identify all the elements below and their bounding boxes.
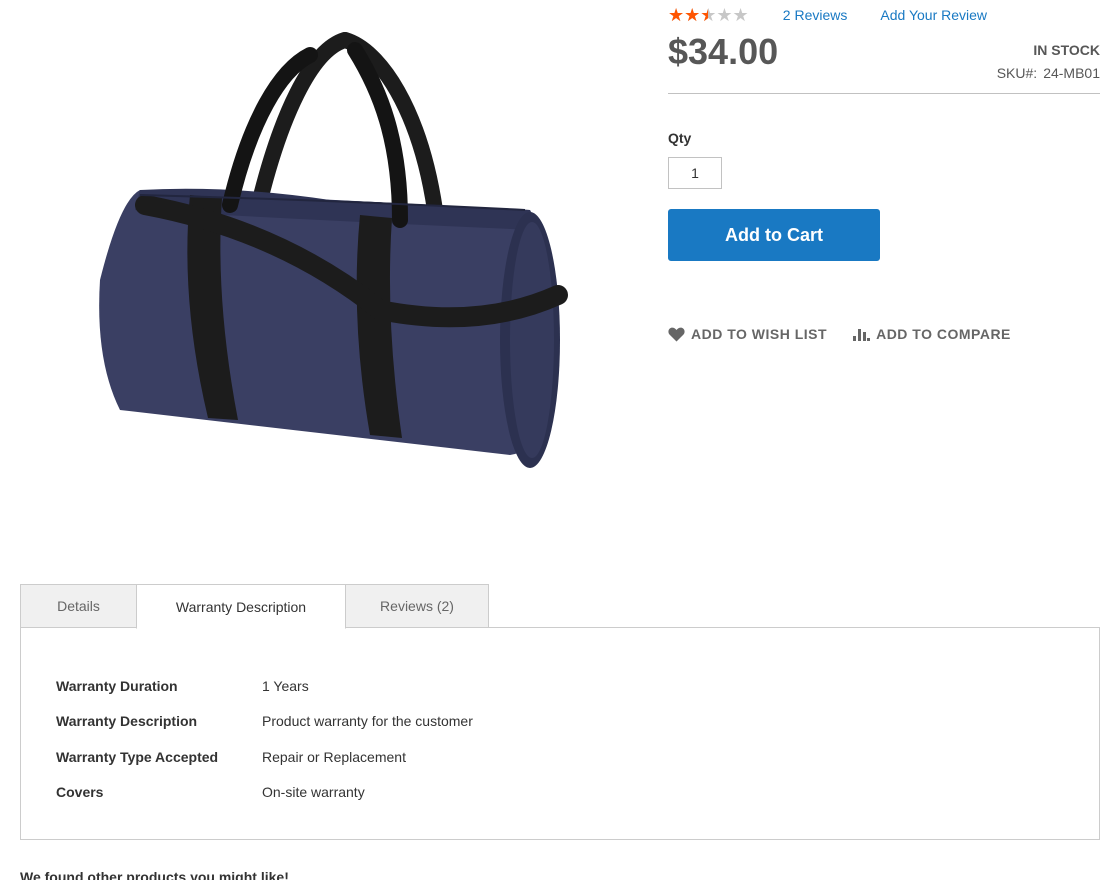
warranty-type-label: Warranty Type Accepted xyxy=(56,748,219,765)
tab-details[interactable]: Details xyxy=(20,584,137,628)
warranty-description-value: Product warranty for the customer xyxy=(262,713,473,730)
warranty-duration-value: 1 Years xyxy=(262,677,309,694)
qty-input[interactable] xyxy=(668,157,722,189)
heart-icon xyxy=(668,327,685,341)
covers-label: Covers xyxy=(56,784,104,801)
warranty-duration-label: Warranty Duration xyxy=(56,677,178,694)
qty-label: Qty xyxy=(668,130,692,146)
add-to-cart-button[interactable]: Add to Cart xyxy=(668,209,880,261)
product-price: $34.00 xyxy=(668,31,779,72)
price-box: $34.00 In stock SKU#: 24-MB01 xyxy=(668,0,1100,94)
warranty-table: Warranty Duration 1 Years Warranty Descr… xyxy=(56,668,473,810)
table-row: Covers On-site warranty xyxy=(56,775,473,811)
wishlist-label: Add to Wish List xyxy=(691,326,828,342)
sku-label: SKU#: xyxy=(996,65,1038,81)
add-to-compare-button[interactable]: Add to Compare xyxy=(853,326,1011,342)
table-row: Warranty Type Accepted Repair or Replace… xyxy=(56,739,473,775)
tab-list: Details Warranty Description Reviews (2) xyxy=(20,584,1100,629)
product-social-links: Add to Wish List Add to Compare xyxy=(668,326,1011,342)
warranty-panel: Warranty Duration 1 Years Warranty Descr… xyxy=(20,627,1100,840)
tab-warranty-description[interactable]: Warranty Description xyxy=(136,584,346,629)
warranty-description-label: Warranty Description xyxy=(56,713,198,730)
related-products-title: We found other products you might like! xyxy=(20,869,289,880)
stock-status: In stock xyxy=(1033,42,1100,58)
warranty-type-value: Repair or Replacement xyxy=(262,748,406,765)
compare-icon xyxy=(853,329,871,341)
table-row: Warranty Description Product warranty fo… xyxy=(56,704,473,740)
tab-reviews[interactable]: Reviews (2) xyxy=(345,584,489,628)
product-info: ★★★★★ ★★★★★ 2Reviews Add Your Review $34… xyxy=(668,0,1100,342)
sku-value: 24-MB01 xyxy=(1043,65,1100,81)
product-sku: SKU#: 24-MB01 xyxy=(997,65,1100,81)
product-info-tabs: Details Warranty Description Reviews (2)… xyxy=(20,584,1100,840)
add-to-wishlist-button[interactable]: Add to Wish List xyxy=(668,326,827,342)
covers-value: On-site warranty xyxy=(262,784,365,801)
compare-label: Add to Compare xyxy=(876,326,1011,342)
product-image[interactable] xyxy=(80,30,580,470)
table-row: Warranty Duration 1 Years xyxy=(56,668,473,704)
duffle-bag-image xyxy=(99,32,568,468)
